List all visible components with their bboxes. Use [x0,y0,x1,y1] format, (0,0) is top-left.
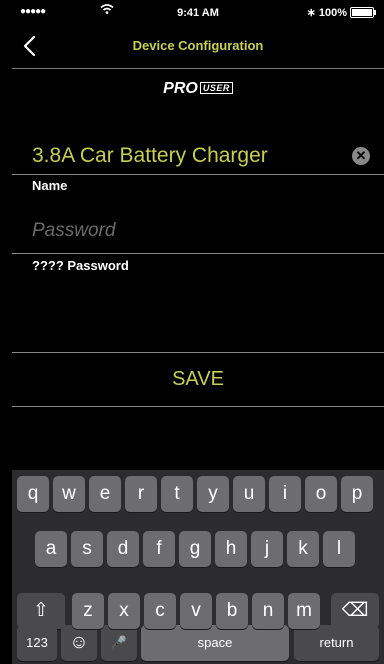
divider [12,253,384,254]
nav-divider [12,68,384,69]
battery-icon [350,7,376,18]
device-name[interactable]: 3.8A Car Battery Charger [32,144,268,168]
key-j[interactable]: j [251,531,283,567]
device-name-row[interactable]: 3.8A Car Battery Charger ✕ [12,140,384,172]
keyboard: ⇧ ⌫ 123 ☺ 🎤 space return qwertyuiop asdfg… [12,470,384,664]
logo-box-text: USER [199,82,233,94]
microphone-icon[interactable]: 🎤 [101,625,137,661]
key-f[interactable]: f [143,531,175,567]
key-g[interactable]: g [179,531,211,567]
key-o[interactable]: o [305,476,337,512]
bluetooth-icon: ∗ [306,7,316,19]
key-u[interactable]: u [233,476,265,512]
save-button[interactable]: SAVE [12,353,384,405]
key-r[interactable]: r [125,476,157,512]
key-d[interactable]: d [107,531,139,567]
key-l[interactable]: l [323,531,355,567]
return-key[interactable]: return [294,625,379,661]
key-v[interactable]: v [180,593,212,629]
key-n[interactable]: n [252,593,284,629]
key-a[interactable]: a [35,531,67,567]
key-i[interactable]: i [269,476,301,512]
clear-icon[interactable]: ✕ [352,147,370,165]
key-s[interactable]: s [71,531,103,567]
key-c[interactable]: c [144,593,176,629]
key-q[interactable]: q [17,476,49,512]
divider [12,174,384,175]
status-bar: ●●●●● 9:41 AM ∗ 100% [12,0,384,26]
device-config-screen: ●●●●● 9:41 AM ∗ 100% Device Configuratio… [12,0,384,664]
divider [12,406,384,407]
battery-percent: 100% [318,6,347,19]
password-input[interactable] [32,219,362,243]
password-confirm-label: ???? Password [32,258,129,273]
nav-bar: Device Configuration [12,26,384,68]
space-key[interactable]: space [141,625,289,661]
key-y[interactable]: y [197,476,229,512]
key-w[interactable]: w [53,476,85,512]
delete-key[interactable]: ⌫ [331,593,379,629]
page-title: Device Configuration [132,38,264,53]
key-e[interactable]: e [89,476,121,512]
logo-text: PRO [163,80,198,97]
key-z[interactable]: z [72,593,104,629]
key-t[interactable]: t [161,476,193,512]
brand-logo: PRO USER [12,80,384,98]
numbers-key[interactable]: 123 [17,625,57,661]
key-m[interactable]: m [288,593,320,629]
status-right: ∗ 100% [306,6,376,19]
key-b[interactable]: b [216,593,248,629]
shift-key[interactable]: ⇧ [17,593,65,629]
key-x[interactable]: x [108,593,140,629]
emoji-icon[interactable]: ☺ [61,625,97,661]
key-k[interactable]: k [287,531,319,567]
key-p[interactable]: p [341,476,373,512]
key-h[interactable]: h [215,531,247,567]
name-label: Name [32,178,68,193]
